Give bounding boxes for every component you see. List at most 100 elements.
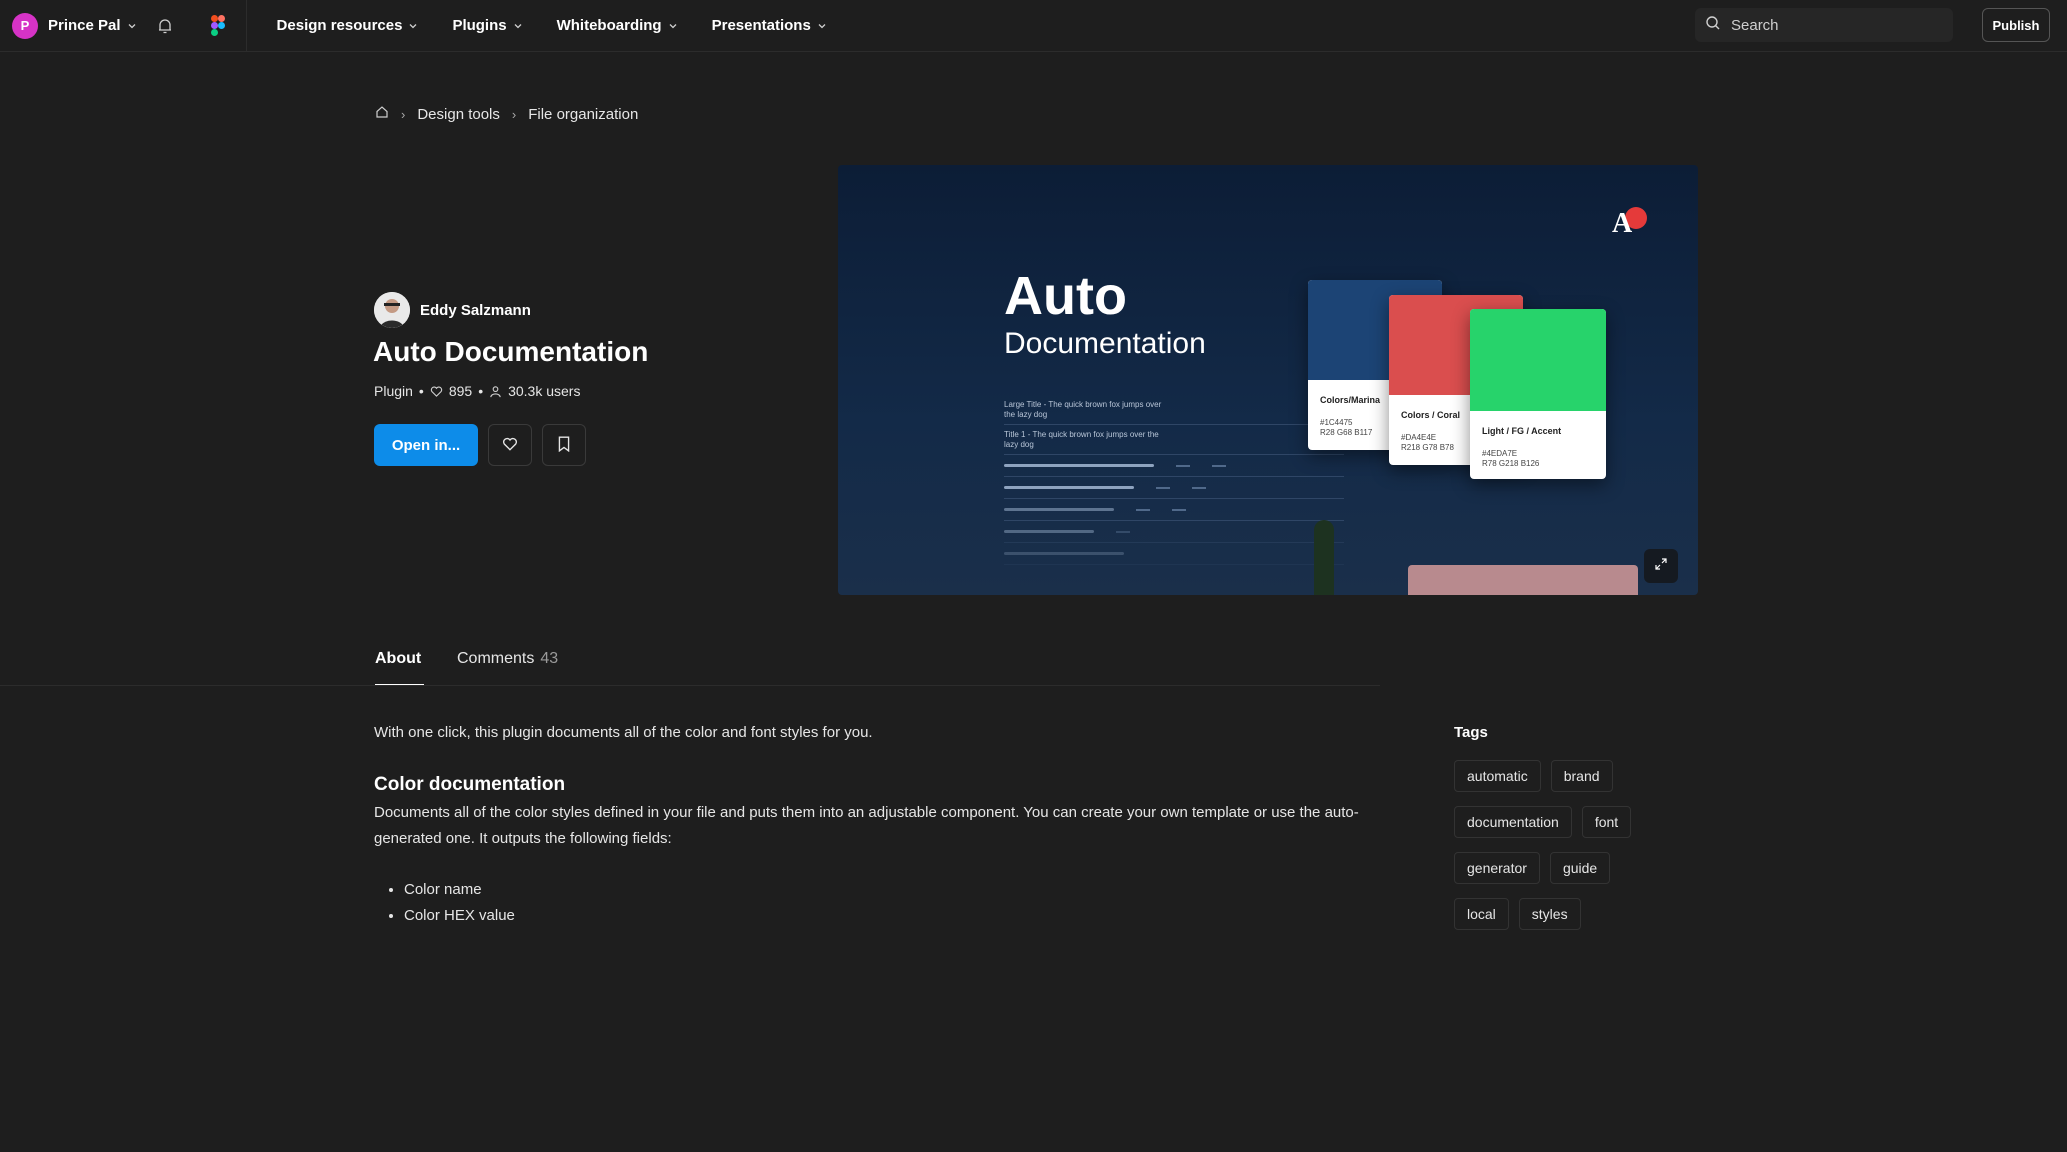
cover-table-row [1004,543,1344,565]
tag-generator[interactable]: generator [1454,852,1540,884]
user-name: Prince Pal [48,17,121,34]
chevron-down-icon [513,21,523,31]
search-box [1695,8,1953,42]
tags-heading: Tags [1454,724,1488,741]
color-card-hex: #DA4E4E [1401,433,1437,442]
user-menu[interactable]: P Prince Pal [0,0,137,52]
plugin-cover-image[interactable]: A Auto Documentation Large Title - The q… [838,165,1698,595]
cover-row-label: Large Title - The quick brown fox jumps … [1004,399,1162,419]
tabs-divider [0,685,1380,686]
plugin-title: Auto Documentation [373,336,649,367]
open-in-button[interactable]: Open in... [374,424,478,466]
color-swatch [1470,309,1606,411]
nav-item-label: Presentations [711,17,811,34]
chevron-down-icon [127,21,137,31]
breadcrumb: › Design tools › File organization [375,102,638,126]
tag-documentation[interactable]: documentation [1454,806,1572,838]
tag-styles[interactable]: styles [1518,898,1581,930]
plugin-type: Plugin [374,383,413,399]
svg-text:A: A [1612,208,1633,235]
color-card-accent: Light / FG / Accent #4EDA7E R78 G218 B12… [1470,309,1606,479]
tag-row: documentation font [1454,806,1674,838]
chevron-right-icon: › [401,106,406,122]
expand-icon [1654,557,1668,576]
search-icon [1705,15,1721,36]
color-card-rgb: R28 G68 B117 [1320,428,1373,437]
cover-table-row: Title 1 - The quick brown fox jumps over… [1004,425,1344,455]
tag-guide[interactable]: guide [1549,852,1611,884]
like-button[interactable] [488,424,532,466]
tag-automatic[interactable]: automatic [1454,760,1541,792]
plugin-logo-icon: A [1608,205,1650,240]
author-avatar [374,292,410,328]
cover-row-label: Title 1 - The quick brown fox jumps over… [1004,429,1159,449]
comments-count: 43 [540,650,559,667]
tag-row: local styles [1454,898,1674,930]
cover-typography-table: Large Title - The quick brown fox jumps … [1004,395,1344,565]
tab-about[interactable]: About [375,650,424,686]
bookmark-button[interactable] [542,424,586,466]
nav-item-presentations[interactable]: Presentations [712,17,827,34]
expand-image-button[interactable] [1644,549,1678,583]
tag-font[interactable]: font [1581,806,1632,838]
separator-dot: • [478,383,484,399]
tags-list: automatic brand documentation font gener… [1454,760,1674,944]
section-heading: Color documentation [374,774,566,795]
cover-table-row [1004,455,1344,477]
nav-item-design-resources[interactable]: Design resources [277,17,419,34]
cactus-decoration [1314,520,1334,595]
like-count: 895 [448,383,473,399]
nav-item-whiteboarding[interactable]: Whiteboarding [557,17,678,34]
plugin-actions: Open in... [374,424,586,466]
cover-title-line2: Documentation [1004,327,1206,360]
user-icon [489,385,502,398]
cover-table-row: Large Title - The quick brown fox jumps … [1004,395,1344,425]
tab-comments[interactable]: Comments 43 [457,650,558,686]
color-card-rgb: R78 G218 B126 [1482,459,1540,468]
separator-dot: • [418,383,424,399]
list-item: Color HEX value [404,903,515,929]
figma-logo-icon[interactable] [191,0,246,52]
publish-button[interactable]: Publish [1982,8,2050,42]
cover-table-row [1004,477,1344,499]
color-card-rgb: R218 G78 B78 [1401,443,1454,452]
tab-comments-label: Comments [457,650,535,667]
color-card-name: Light / FG / Accent [1482,426,1562,436]
nav-item-label: Plugins [452,17,507,34]
breadcrumb-link-file-organization[interactable]: File organization [528,106,638,123]
nav-item-plugins[interactable]: Plugins [452,17,522,34]
cover-table-row [1004,499,1344,521]
notifications-bell-icon[interactable] [155,16,175,36]
color-card-hex: #1C4475 [1320,418,1353,427]
cover-table-row [1004,521,1344,543]
field-list: Color name Color HEX value [404,877,515,929]
author[interactable]: Eddy Salzmann [374,292,531,328]
heart-icon [502,436,518,455]
plugin-meta: Plugin • 895 • 30.3k users [374,383,580,399]
nav-item-label: Whiteboarding [556,17,662,34]
color-card-name: Colors/Marina [1320,395,1381,405]
chevron-down-icon [408,21,418,31]
heart-icon [430,385,443,398]
breadcrumb-link-design-tools[interactable]: Design tools [417,106,500,123]
color-card-name: Colors / Coral [1401,410,1461,420]
user-avatar: P [12,12,38,39]
bookmark-icon [557,435,571,455]
tag-row: automatic brand [1454,760,1674,792]
search-input[interactable] [1731,16,1931,34]
cover-title-line1: Auto [1004,266,1127,326]
tag-local[interactable]: local [1454,898,1509,930]
about-intro: With one click, this plugin documents al… [374,724,873,741]
home-icon[interactable] [375,105,389,123]
color-card-hex: #4EDA7E [1482,449,1518,458]
tag-brand[interactable]: brand [1550,760,1613,792]
chevron-down-icon [668,21,678,31]
nav-item-label: Design resources [276,17,403,34]
author-name: Eddy Salzmann [420,301,531,319]
top-navigation-bar: P Prince Pal Design resources Plugins Wh… [0,0,2067,52]
list-item: Color name [404,877,515,903]
chevron-down-icon [817,21,827,31]
tag-row: generator guide [1454,852,1674,884]
main-menu: Design resources Plugins Whiteboarding P… [247,0,861,52]
pedestal-decoration [1408,565,1638,595]
